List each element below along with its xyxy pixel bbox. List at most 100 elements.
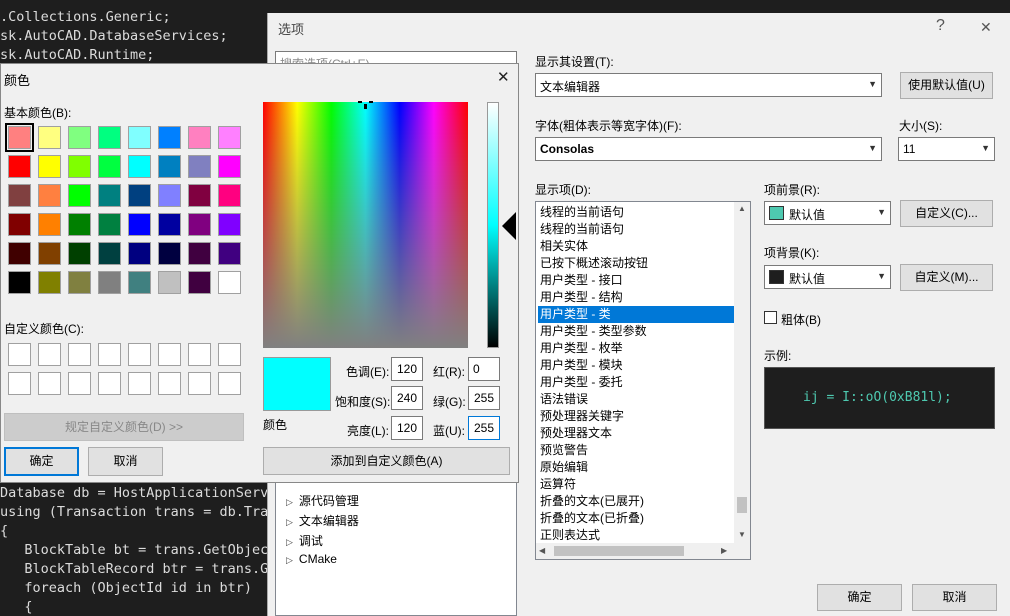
lum-input[interactable]: 120 xyxy=(391,416,423,440)
luminance-pointer-icon[interactable] xyxy=(502,212,516,240)
basic-color-swatch[interactable] xyxy=(38,271,61,294)
basic-color-swatch[interactable] xyxy=(188,155,211,178)
basic-color-swatch[interactable] xyxy=(128,184,151,207)
luminance-slider[interactable] xyxy=(487,102,499,348)
sat-input[interactable]: 240 xyxy=(391,386,423,410)
basic-color-swatch[interactable] xyxy=(98,271,121,294)
basic-color-swatch[interactable] xyxy=(8,271,31,294)
use-defaults-button[interactable]: 使用默认值(U) xyxy=(900,72,993,99)
basic-color-swatch[interactable] xyxy=(158,184,181,207)
basic-color-swatch[interactable] xyxy=(68,271,91,294)
basic-color-swatch[interactable] xyxy=(188,271,211,294)
basic-color-swatch[interactable] xyxy=(68,242,91,265)
display-item[interactable]: 预览警告 xyxy=(538,442,588,459)
expand-icon[interactable]: ▷ xyxy=(286,517,293,527)
custom-color-swatch[interactable] xyxy=(38,343,61,366)
basic-color-swatch[interactable] xyxy=(98,213,121,236)
expand-icon[interactable]: ▷ xyxy=(286,497,293,507)
color-ok-button[interactable]: 确定 xyxy=(4,447,79,476)
display-item[interactable]: 用户类型 - 接口 xyxy=(538,272,623,289)
basic-color-swatch[interactable] xyxy=(188,184,211,207)
display-item[interactable]: 折叠的文本(已折叠) xyxy=(538,510,644,527)
fg-custom-button[interactable]: 自定义(C)... xyxy=(900,200,993,227)
basic-color-swatch[interactable] xyxy=(218,242,241,265)
options-ok-button[interactable]: 确定 xyxy=(817,584,902,611)
custom-color-swatch[interactable] xyxy=(188,372,211,395)
add-custom-button[interactable]: 添加到自定义颜色(A) xyxy=(263,447,510,475)
display-item[interactable]: 用户类型 - 模块 xyxy=(538,357,623,374)
scroll-thumb[interactable] xyxy=(737,497,747,513)
basic-color-swatch[interactable] xyxy=(68,126,91,149)
basic-color-swatch[interactable] xyxy=(8,242,31,265)
hscroll-thumb[interactable] xyxy=(554,546,684,556)
display-item[interactable]: 用户类型 - 类 xyxy=(538,306,734,323)
fg-select[interactable]: 默认值 ▼ xyxy=(764,201,891,225)
close-button[interactable]: ✕ xyxy=(980,19,992,36)
basic-color-swatch[interactable] xyxy=(128,213,151,236)
custom-color-swatch[interactable] xyxy=(68,343,91,366)
display-item[interactable]: 线程的当前语句 xyxy=(538,204,624,221)
basic-color-swatch[interactable] xyxy=(38,242,61,265)
scroll-down-icon[interactable]: ▼ xyxy=(738,530,746,539)
basic-color-swatch[interactable] xyxy=(158,126,181,149)
basic-color-swatch[interactable] xyxy=(218,155,241,178)
basic-color-swatch[interactable] xyxy=(98,155,121,178)
color-close-button[interactable]: ✕ xyxy=(497,68,510,86)
basic-color-swatch[interactable] xyxy=(98,242,121,265)
blue-input[interactable]: 255 xyxy=(468,416,500,440)
basic-color-swatch[interactable] xyxy=(98,184,121,207)
display-items-list[interactable]: 线程的当前语句 线程的当前语句 相关实体 已按下概述滚动按钮 用户类型 - 接口 用户类型… xyxy=(535,201,751,560)
basic-color-swatch[interactable] xyxy=(98,126,121,149)
display-item[interactable]: 已按下概述滚动按钮 xyxy=(538,255,648,272)
basic-color-swatch[interactable] xyxy=(218,184,241,207)
basic-color-swatch[interactable] xyxy=(38,126,61,149)
font-select[interactable]: Consolas ▼ xyxy=(535,137,882,161)
hue-input[interactable]: 120 xyxy=(391,357,423,381)
size-select[interactable]: 11 ▼ xyxy=(898,137,995,161)
basic-color-swatch[interactable] xyxy=(188,213,211,236)
options-cancel-button[interactable]: 取消 xyxy=(912,584,997,611)
custom-color-swatch[interactable] xyxy=(68,372,91,395)
basic-color-swatch[interactable] xyxy=(188,242,211,265)
custom-color-swatch[interactable] xyxy=(8,343,31,366)
basic-color-swatch[interactable] xyxy=(5,123,34,152)
custom-color-swatch[interactable] xyxy=(158,372,181,395)
tree-item[interactable]: ▷ 源代码管理 xyxy=(286,492,359,509)
tree-item[interactable]: ▷ CMake xyxy=(286,552,337,566)
custom-color-swatch[interactable] xyxy=(218,343,241,366)
basic-color-swatch[interactable] xyxy=(128,155,151,178)
basic-color-swatch[interactable] xyxy=(128,242,151,265)
display-item[interactable]: 用户类型 - 结构 xyxy=(538,289,623,306)
display-item[interactable]: 预处理器关键字 xyxy=(538,408,624,425)
bg-custom-button[interactable]: 自定义(M)... xyxy=(900,264,993,291)
basic-color-swatch[interactable] xyxy=(218,126,241,149)
basic-color-swatch[interactable] xyxy=(68,213,91,236)
basic-color-swatch[interactable] xyxy=(128,126,151,149)
settings-for-select[interactable]: 文本编辑器 ▼ xyxy=(535,73,882,97)
color-spectrum[interactable] xyxy=(263,101,468,348)
basic-color-swatch[interactable] xyxy=(8,155,31,178)
custom-color-swatch[interactable] xyxy=(158,343,181,366)
bg-select[interactable]: 默认值 ▼ xyxy=(764,265,891,289)
expand-icon[interactable]: ▷ xyxy=(286,555,293,565)
scroll-left-icon[interactable]: ◀ xyxy=(539,546,545,555)
display-item[interactable]: 用户类型 - 委托 xyxy=(538,374,623,391)
display-item[interactable]: 用户类型 - 类型参数 xyxy=(538,323,647,340)
basic-color-swatch[interactable] xyxy=(128,271,151,294)
basic-color-swatch[interactable] xyxy=(158,155,181,178)
custom-color-swatch[interactable] xyxy=(218,372,241,395)
horizontal-scrollbar[interactable]: ◀ ▶ xyxy=(536,543,750,559)
display-item[interactable]: 正则表达式 xyxy=(538,527,600,544)
display-item[interactable]: 原始编辑 xyxy=(538,459,588,476)
custom-color-swatch[interactable] xyxy=(128,343,151,366)
basic-color-swatch[interactable] xyxy=(218,213,241,236)
custom-color-swatch[interactable] xyxy=(188,343,211,366)
basic-color-swatch[interactable] xyxy=(38,213,61,236)
basic-color-swatch[interactable] xyxy=(188,126,211,149)
color-cancel-button[interactable]: 取消 xyxy=(88,447,163,476)
display-item[interactable]: 运算符 xyxy=(538,476,576,493)
display-item[interactable]: 线程的当前语句 xyxy=(538,221,624,238)
custom-color-swatch[interactable] xyxy=(128,372,151,395)
scroll-right-icon[interactable]: ▶ xyxy=(721,546,727,555)
green-input[interactable]: 255 xyxy=(468,386,500,410)
